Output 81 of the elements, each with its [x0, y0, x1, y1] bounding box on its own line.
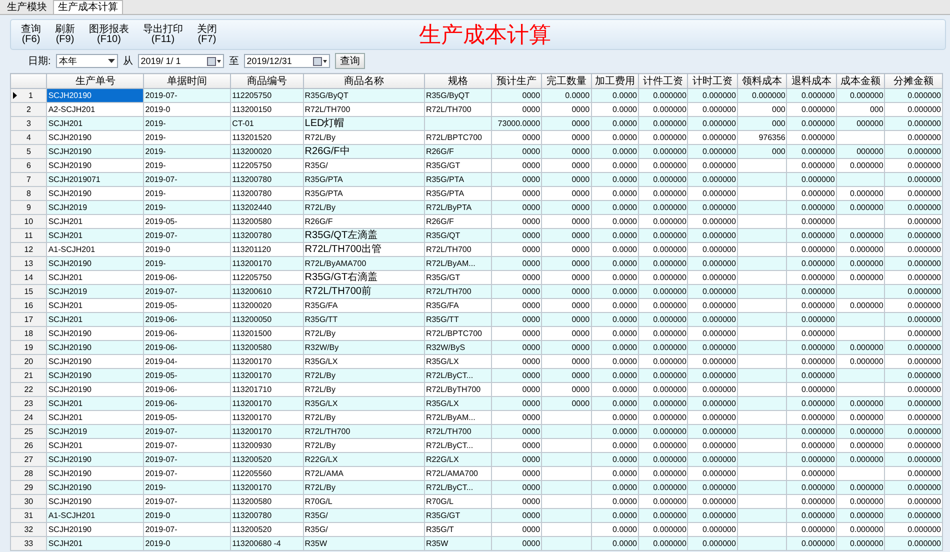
row-number: 7 [10, 172, 47, 186]
row-number: 24 [10, 410, 47, 424]
corner-header [10, 74, 47, 88]
row-number: 30 [10, 494, 47, 508]
row-number: 1 [10, 88, 47, 102]
row-number: 19 [10, 340, 47, 354]
toolbar-button[interactable]: 刷新 (F9) [53, 24, 77, 44]
row-number: 15 [10, 284, 47, 298]
row-number: 4 [10, 130, 47, 144]
table-cell: 0.000000 [688, 536, 738, 550]
table-cell: 2019-0 [144, 536, 231, 550]
row-number: 20 [10, 354, 47, 368]
column-header[interactable]: 计件工资 [638, 74, 688, 88]
table-cell: R35W [303, 536, 424, 550]
toolbar-button[interactable]: 查询 (F6) [19, 24, 43, 44]
period-dropdown[interactable]: 本年 [56, 54, 118, 68]
row-number: 18 [10, 326, 47, 340]
column-header[interactable]: 预计生产 [491, 74, 542, 88]
row-number: 8 [10, 186, 47, 200]
table-cell: 0.000000 [786, 536, 836, 550]
to-date-field[interactable]: 2019/12/31 [244, 54, 330, 68]
page-title: 生产成本计算 [419, 22, 551, 50]
row-number: 9 [10, 200, 47, 214]
table-cell: 0.000000 [884, 536, 942, 550]
from-date-field[interactable]: 2019/ 1/ 1 [138, 54, 224, 68]
date-label: 日期: [28, 54, 51, 68]
table-cell: SCJH20190 [46, 88, 144, 102]
row-number: 28 [10, 466, 47, 480]
table-cell [737, 536, 787, 550]
row-number: 25 [10, 424, 47, 438]
current-row-icon [13, 92, 17, 99]
column-header[interactable]: 成本金额 [836, 74, 885, 88]
table-cell: SCJH201 [46, 536, 144, 550]
dropdown-arrow-icon [108, 59, 115, 63]
row-number: 21 [10, 368, 47, 382]
row-number: 11 [10, 228, 47, 242]
column-header[interactable]: 领料成本 [737, 74, 787, 88]
row-number: 6 [10, 158, 47, 172]
row-number: 13 [10, 256, 47, 270]
toolbar-button[interactable]: 关闭 (F7) [195, 24, 219, 44]
row-number: 2 [10, 102, 47, 116]
calendar-icon [206, 56, 221, 66]
row-number: 22 [10, 382, 47, 396]
row-number: 10 [10, 214, 47, 228]
column-header[interactable]: 商品名称 [303, 74, 424, 88]
column-header[interactable]: 加工费用 [591, 74, 638, 88]
table-cell: R35W [424, 536, 492, 550]
calendar-icon [312, 56, 327, 66]
row-number: 23 [10, 396, 47, 410]
row-number: 32 [10, 522, 47, 536]
row-number: 33 [10, 536, 47, 550]
table-cell: 0.000000 [836, 536, 885, 550]
table-cell: 113200680 -4 [230, 536, 304, 550]
table-cell: 0.000000 [638, 536, 688, 550]
table-cell [542, 536, 592, 550]
table-cell: 0.0000 [591, 536, 638, 550]
row-number: 29 [10, 480, 47, 494]
column-header[interactable]: 生产单号 [46, 74, 144, 88]
column-header[interactable]: 商品编号 [230, 74, 304, 88]
toolbar-button[interactable]: 图形报表 (F10) [87, 24, 131, 44]
to-label: 至 [228, 55, 239, 68]
column-header[interactable]: 单据时间 [144, 74, 231, 88]
row-number: 26 [10, 438, 47, 452]
column-header[interactable]: 计时工资 [688, 74, 738, 88]
column-header[interactable]: 分摊金额 [884, 74, 942, 88]
row-number: 16 [10, 298, 47, 312]
query-button[interactable]: 查询 [334, 53, 365, 69]
column-header[interactable]: 退料成本 [786, 74, 836, 88]
row-number: 12 [10, 242, 47, 256]
table-cell: 0000 [491, 536, 542, 550]
column-header[interactable]: 规格 [424, 74, 492, 88]
row-number: 31 [10, 508, 47, 522]
row-number: 14 [10, 270, 47, 284]
row-number: 3 [10, 116, 47, 130]
row-number: 27 [10, 452, 47, 466]
module-tab[interactable]: 生产成本计算 [53, 0, 123, 14]
from-label: 从 [122, 54, 133, 68]
toolbar-button[interactable]: 导出打印 (F11) [141, 24, 185, 44]
row-number: 5 [10, 144, 47, 158]
row-number: 17 [10, 312, 47, 326]
column-header[interactable]: 完工数量 [542, 74, 592, 88]
